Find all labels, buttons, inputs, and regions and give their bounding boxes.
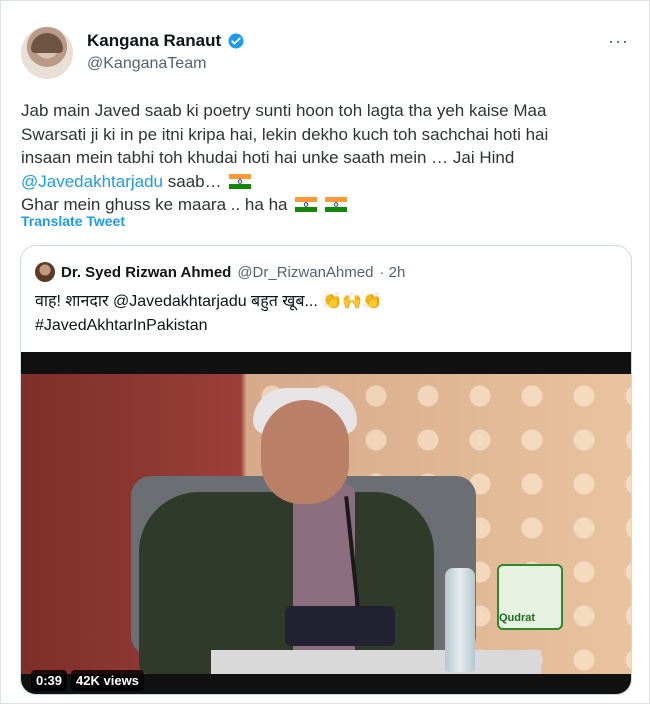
author-display-name[interactable]: Kangana Ranaut [87,31,221,51]
india-flag-icon [229,173,252,189]
tweet-line: @Javedakhtarjadu saab… [21,170,631,194]
author-handle[interactable]: @KanganaTeam [87,55,206,73]
quoted-handle[interactable]: @Dr_RizwanAhmed [237,264,373,281]
video-frame: Qudrat [21,374,631,674]
quoted-time: · 2h [379,263,406,281]
quoted-text: वाह! शानदार @Javedakhtarjadu बहुत खूब...… [35,290,382,338]
author-name-row[interactable]: Kangana Ranaut [87,31,245,51]
translate-tweet-link[interactable]: Translate Tweet [21,213,125,229]
video-player[interactable]: Qudrat 0:39 42K views [21,352,631,694]
avatar[interactable] [21,27,73,79]
tweet-line: insaan mein tabhi toh khudai hoti hai un… [21,148,515,167]
quoted-display-name[interactable]: Dr. Syed Rizwan Ahmed [61,264,231,281]
quoted-line: वाह! शानदार @Javedakhtarjadu बहुत खूब...… [35,290,382,314]
india-flag-icon [324,197,347,212]
tweet-card: Kangana Ranaut @KanganaTeam ··· Jab main… [0,0,650,704]
tweet-text: Jab main Javed saab ki poetry sunti hoon… [21,99,631,217]
quoted-header: Dr. Syed Rizwan Ahmed @Dr_RizwanAhmed · … [35,262,405,282]
hashtag-link[interactable]: #JavedAkhtarInPakistan [35,314,382,338]
tweet-line: Swarsati ji ki in pe itni kripa hai, lek… [21,124,549,144]
tweet-text-fragment: saab… [163,171,222,191]
video-badges: 0:39 42K views [31,670,144,691]
quoted-avatar[interactable] [35,262,55,282]
verified-icon [228,33,244,49]
mention-link[interactable]: @Javedakhtarjadu [21,172,163,191]
more-icon[interactable]: ··· [608,31,629,52]
video-views: 42K views [71,670,144,691]
video-duration: 0:39 [31,670,68,691]
tweet-text-fragment: Ghar mein ghuss ke maara .. ha ha [21,195,288,214]
quoted-line-text: वाह! शानदार @Javedakhtarjadu बहुत खूब... [35,293,318,310]
channel-watermark: Qudrat [499,612,536,624]
india-flag-icon [295,197,318,212]
quoted-tweet[interactable]: Dr. Syed Rizwan Ahmed @Dr_RizwanAhmed · … [20,245,632,695]
clap-icon: 👏🙌👏 [322,293,383,310]
tweet-line: Jab main Javed saab ki poetry sunti hoon… [21,101,547,120]
